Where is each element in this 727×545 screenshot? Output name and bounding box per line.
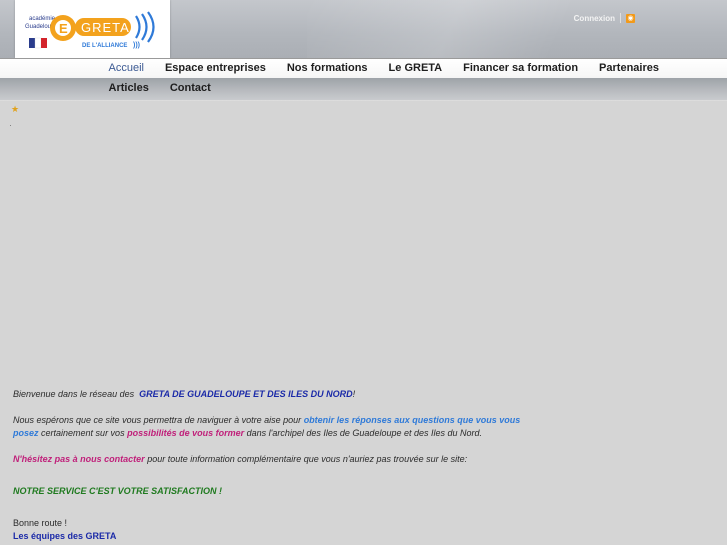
logo-brand: GRETA (81, 20, 130, 35)
home-star-icon[interactable]: ★ (11, 104, 19, 115)
nav-item-espace-entreprises[interactable]: Espace entreprises (154, 58, 276, 78)
rss-icon[interactable]: ◉ (626, 13, 635, 23)
welcome-title: GRETA DE GUADELOUPE ET DES ILES DU NORD (139, 389, 353, 399)
welcome-prefix: Bienvenue dans le réseau des (13, 389, 135, 399)
closing-line: Bonne route ! (13, 518, 68, 528)
separator (620, 13, 621, 23)
nav-item-articles[interactable]: Articles (98, 78, 159, 98)
top-links: Connexion ◉ (574, 12, 635, 24)
breadcrumb-marker: · (9, 120, 12, 130)
intro-paragraph: Nous espérons que ce site vous permettra… (13, 414, 533, 440)
welcome-suffix: ! (352, 389, 356, 399)
welcome-content: Bienvenue dans le réseau des GRETA DE GU… (13, 388, 533, 543)
nav-item-accueil[interactable]: Accueil (98, 58, 154, 78)
training-link[interactable]: possibilités de vous former (127, 428, 244, 438)
welcome-paragraph: Bienvenue dans le réseau des GRETA DE GU… (13, 388, 533, 401)
intro-text-c: dans l'archipel des Iles de Guadeloupe e… (246, 428, 483, 438)
signature: Les équipes des GRETA (13, 531, 117, 541)
nav-item-le-greta[interactable]: Le GRETA (378, 58, 453, 78)
contact-paragraph: N'hésitez pas à nous contacter pour tout… (13, 453, 533, 466)
site-logo[interactable]: académie Guadeloupe E GRETA DE L'ALLIANC… (15, 0, 170, 58)
contact-link[interactable]: N'hésitez pas à nous contacter (13, 454, 145, 464)
main-nav: Accueil Espace entreprises Nos formation… (98, 58, 718, 98)
nav-item-partenaires[interactable]: Partenaires (589, 58, 670, 78)
connexion-link[interactable]: Connexion (574, 14, 615, 23)
nav-item-financer[interactable]: Financer sa formation (453, 58, 589, 78)
svg-text:))): ))) (133, 42, 140, 49)
nav-item-nos-formations[interactable]: Nos formations (276, 58, 378, 78)
nav-item-contact[interactable]: Contact (159, 78, 221, 98)
contact-text: pour toute information complémentaire qu… (147, 454, 468, 464)
svg-text:E: E (59, 21, 68, 36)
logo-academie: académie (29, 16, 56, 22)
greta-logo-icon: académie Guadeloupe E GRETA DE L'ALLIANC… (25, 11, 155, 49)
intro-text-b: certainement sur vos (41, 428, 125, 438)
logo-subtitle: DE L'ALLIANCE (82, 43, 127, 49)
intro-text-a: Nous espérons que ce site vous permettra… (13, 415, 302, 425)
satisfaction-slogan: NOTRE SERVICE C'EST VOTRE SATISFACTION ! (13, 486, 222, 496)
